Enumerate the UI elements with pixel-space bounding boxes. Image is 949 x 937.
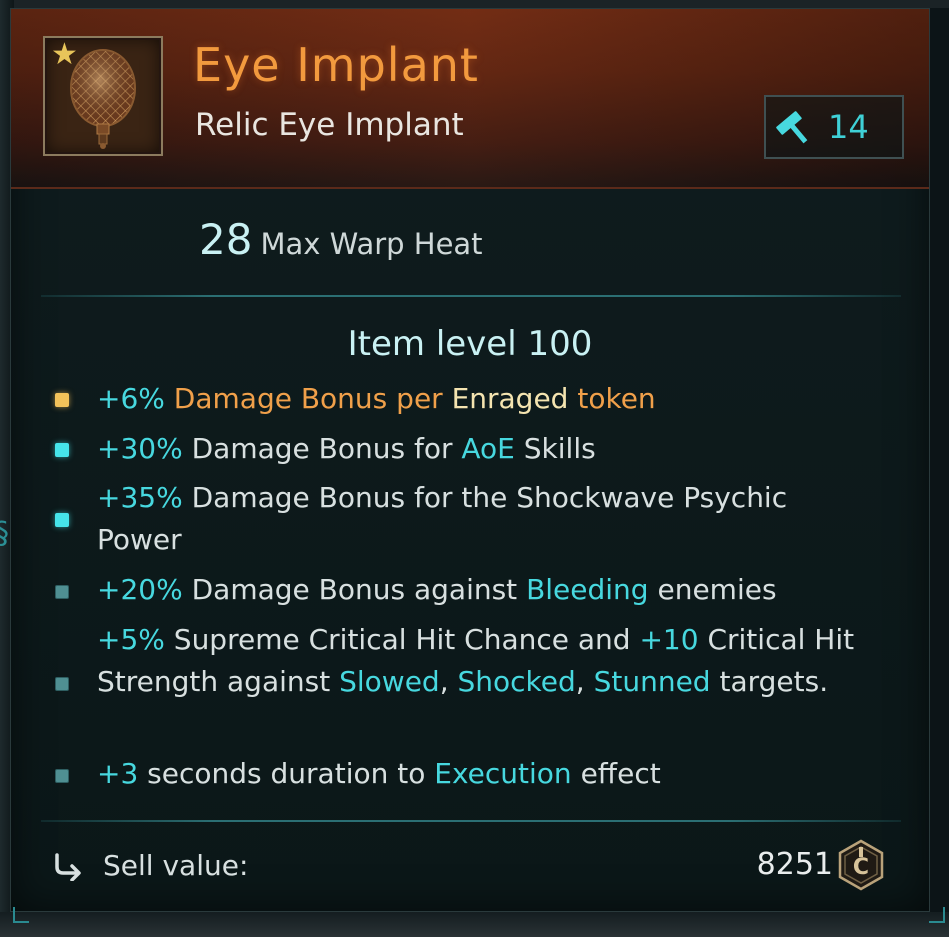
sell-value-amount: 8251: [756, 847, 833, 882]
modifier-text: Damage Bonus for the Shockwave Psychic P…: [97, 481, 788, 556]
modifier-text: effect: [571, 757, 661, 790]
modifier-text: token: [568, 382, 656, 415]
sell-value-label: Sell value:: [103, 849, 249, 882]
modifier-bullet-dim: [55, 769, 69, 783]
modifier-keyword: Execution: [434, 757, 572, 790]
modifier-text: Damage Bonus for: [182, 432, 462, 465]
modifier-line: +30% Damage Bonus for AoE Skills: [97, 428, 897, 470]
modifier-value: +6%: [97, 382, 165, 415]
modifier-value: +30%: [97, 432, 183, 465]
modifier-keyword: AoE: [461, 432, 515, 465]
primary-stat-label: Max Warp Heat: [260, 227, 483, 261]
modifier-text: Skills: [514, 432, 596, 465]
modifier-line: +6% Damage Bonus per Enraged token: [97, 378, 897, 420]
modifier-text: Supreme Critical Hit Chance and: [164, 623, 640, 656]
primary-stat: 28 Max Warp Heat: [199, 214, 483, 266]
item-power-value: 14: [828, 108, 869, 146]
modifier-line: +5% Supreme Critical Hit Chance and +10 …: [97, 619, 887, 745]
item-level: Item level 100: [347, 324, 593, 364]
modifier-bullet-dim: [55, 585, 69, 599]
modifier-text: seconds duration to: [138, 757, 435, 790]
modifier-text: Damage Bonus against: [182, 573, 527, 606]
modifier-text: ,: [575, 665, 594, 698]
modifier-keyword: Slowed: [339, 665, 440, 698]
modifier-text: targets.: [710, 665, 829, 698]
modifier-line: +20% Damage Bonus against Bleeding enemi…: [97, 569, 897, 611]
modifier-bullet-dim: [55, 677, 69, 691]
frame-corner: [13, 907, 29, 923]
modifier-value: +35%: [97, 481, 183, 514]
item-title: Eye Implant: [193, 38, 479, 92]
modifier-value: +3: [97, 757, 139, 790]
credit-coin-icon: C: [838, 839, 884, 891]
return-arrow-icon: [55, 853, 81, 881]
modifier-keyword: Stunned: [593, 665, 711, 698]
background-top: [0, 0, 949, 8]
item-icon-frame: ★: [43, 36, 163, 156]
divider: [41, 820, 901, 822]
svg-text:C: C: [853, 855, 869, 880]
modifier-value: +20%: [97, 573, 183, 606]
modifier-value: +10: [639, 623, 699, 656]
modifier-text: Damage Bonus per: [164, 382, 452, 415]
item-power-badge: 14: [764, 95, 904, 159]
modifier-bullet-cyan: [55, 513, 69, 527]
modifier-text: ,: [439, 665, 458, 698]
star-icon: ★: [51, 37, 78, 72]
frame-corner: [929, 907, 945, 923]
modifier-bullet-gold: [55, 393, 69, 407]
modifier-line: +35% Damage Bonus for the Shockwave Psyc…: [97, 477, 877, 561]
background-bottom: [0, 912, 949, 937]
modifier-bullet-cyan: [55, 443, 69, 457]
hammer-icon: [776, 111, 808, 144]
modifier-line: +3 seconds duration to Execution effect: [97, 753, 897, 795]
modifier-keyword: Enraged: [451, 382, 569, 415]
modifier-value: +5%: [97, 623, 165, 656]
item-tooltip: ★ Eye Implant Relic Eye Implant 14 28 Max…: [10, 8, 945, 923]
divider: [41, 295, 901, 297]
modifier-text: enemies: [648, 573, 777, 606]
modifier-keyword: Bleeding: [526, 573, 649, 606]
primary-stat-value: 28: [199, 215, 253, 264]
item-subtitle: Relic Eye Implant: [195, 107, 464, 143]
modifier-keyword: Shocked: [457, 665, 576, 698]
